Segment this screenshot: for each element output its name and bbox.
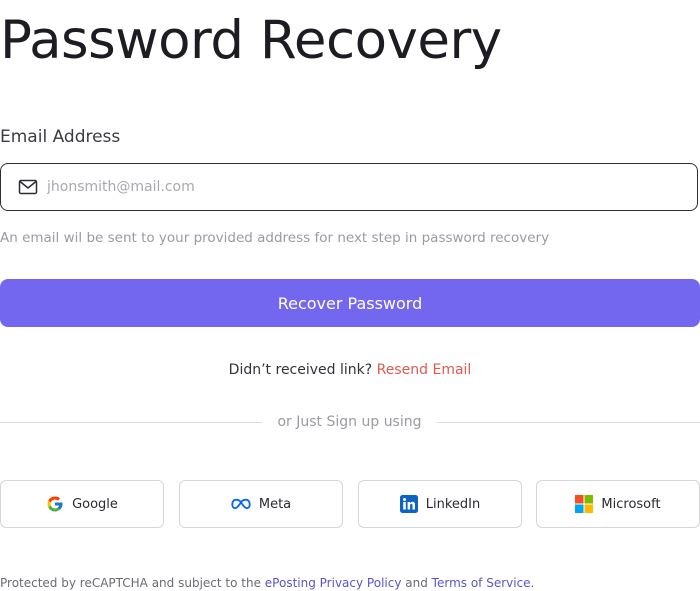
resend-question: Didn’t received link?: [228, 362, 373, 378]
divider-line-left: [0, 422, 262, 423]
microsoft-label: Microsoft: [601, 496, 661, 512]
mail-icon: [18, 179, 38, 195]
recover-password-button[interactable]: Recover Password: [0, 279, 700, 327]
meta-label: Meta: [258, 496, 292, 512]
meta-icon: [231, 498, 251, 510]
linkedin-icon: [399, 495, 418, 513]
resend-email-link[interactable]: Resend Email: [377, 362, 472, 378]
email-hint-text: An email wil be sent to your provided ad…: [0, 230, 550, 246]
email-input[interactable]: [47, 164, 687, 210]
microsoft-icon: [575, 495, 594, 513]
email-field-container[interactable]: [0, 163, 698, 211]
password-recovery-page: Password Recovery Email Address An email…: [0, 0, 700, 591]
legal-prefix: Protected by reCAPTCHA and subject to th…: [0, 576, 261, 590]
google-signup-button[interactable]: Google: [0, 480, 164, 528]
email-label: Email Address: [0, 127, 121, 147]
signup-divider: or Just Sign up using: [0, 412, 700, 432]
google-label: Google: [72, 496, 118, 512]
linkedin-label: LinkedIn: [425, 496, 481, 512]
divider-text: or Just Sign up using: [277, 414, 422, 430]
linkedin-signup-button[interactable]: LinkedIn: [358, 480, 522, 528]
privacy-policy-link[interactable]: ePosting Privacy Policy: [265, 576, 402, 590]
page-title: Password Recovery: [0, 10, 502, 71]
meta-signup-button[interactable]: Meta: [179, 480, 343, 528]
google-icon: [47, 496, 63, 512]
legal-conjunction: and: [405, 576, 428, 590]
microsoft-signup-button[interactable]: Microsoft: [536, 480, 700, 528]
resend-row: Didn’t received link? Resend Email: [0, 360, 700, 380]
terms-of-service-link[interactable]: Terms of Service.: [432, 576, 535, 590]
legal-notice: Protected by reCAPTCHA and subject to th…: [0, 575, 534, 591]
divider-line-right: [437, 422, 700, 423]
